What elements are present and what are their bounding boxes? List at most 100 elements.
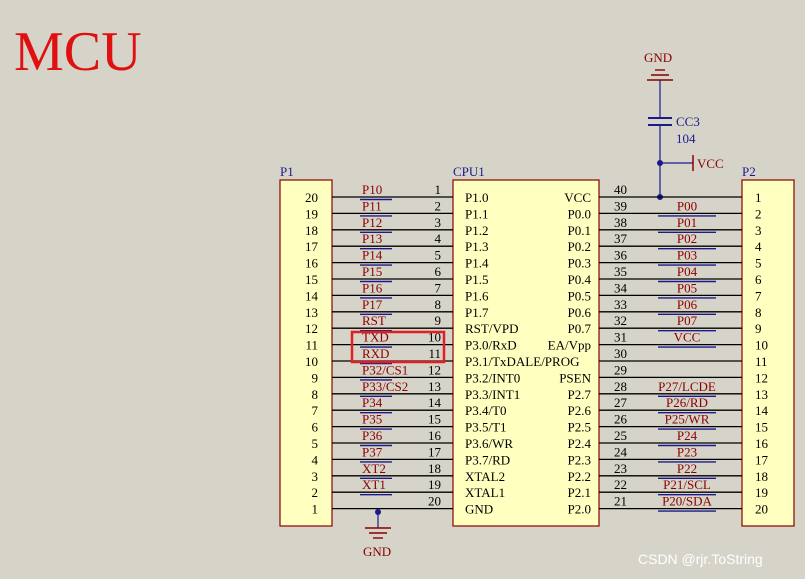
cpu-left-pin-name: P3.3/INT1	[465, 387, 520, 402]
cpu-right-pin-name: EA/Vpp	[548, 338, 591, 353]
cpu-right-pin-name: P2.0	[568, 502, 591, 517]
cpu-left-pin-number: 14	[428, 395, 442, 410]
p1-pin-number: 13	[305, 305, 318, 320]
left-net-label: P34	[362, 395, 383, 410]
cpu-left-pin-name: P1.7	[465, 305, 489, 320]
cpu-left-pin-number: 2	[435, 198, 442, 213]
cpu-right-pin-name: P2.4	[568, 436, 592, 451]
cpu-left-pin-name: P1.5	[465, 272, 488, 287]
p2-pin-number: 4	[755, 239, 762, 254]
p2-pin-number: 19	[755, 485, 768, 500]
left-net-label: P15	[362, 264, 382, 279]
cpu-left-pin-name: P3.7/RD	[465, 452, 510, 467]
capacitor-value: 104	[676, 131, 696, 146]
cpu-right-pin-name: P2.2	[568, 469, 591, 484]
cpu-left-pin-number: 9	[435, 313, 442, 328]
schematic-title: MCU	[14, 21, 142, 83]
connector-p2: P2 1234567891011121314151617181920	[741, 164, 795, 527]
p2-pin-number: 13	[755, 387, 768, 402]
p2-pin-number: 9	[755, 321, 762, 336]
cpu-right-pin-number: 23	[614, 461, 627, 476]
cpu-right-pin-name: P0.3	[568, 256, 591, 271]
p1-pin-number: 1	[312, 502, 319, 517]
left-net-label: P13	[362, 231, 382, 246]
left-net-label: XT1	[362, 477, 386, 492]
cpu-right-pin-name: P0.4	[568, 272, 592, 287]
cpu-left-pin-number: 13	[428, 379, 441, 394]
cpu-left-pin-number: 18	[428, 461, 441, 476]
left-net-label: P35	[362, 412, 382, 427]
cpu-right-pin-number: 35	[614, 264, 627, 279]
cpu-left-pin-name: P3.1/TxDALE/PROG	[465, 354, 579, 369]
p2-pin-number: 8	[755, 305, 762, 320]
p1-pin-number: 6	[312, 420, 319, 435]
cpu-left-pin-number: 11	[428, 346, 441, 361]
p2-body	[741, 179, 795, 527]
schematic-svg: MCU GND CC3 104 VCC P1 20191817161514131…	[14, 21, 795, 567]
cpu-right-pin-number: 34	[614, 280, 628, 295]
cpu-right-pin-name: P2.7	[568, 387, 592, 402]
p1-pin-number: 19	[305, 206, 318, 221]
right-net-label: P02	[677, 231, 697, 246]
cpu-right-pin-number: 22	[614, 477, 627, 492]
connector-p1: P1 2019 1817 161514 1312 11109 87 654 32 1	[279, 164, 333, 527]
cpu-left-pin-number: 1	[435, 182, 442, 197]
p2-pin-number: 16	[755, 436, 769, 451]
p1-pin-number: 7	[312, 403, 319, 418]
left-net-label: P10	[362, 182, 382, 197]
cpu-left-pin-name: P1.6	[465, 288, 489, 303]
cpu-right-pin-name: P0.1	[568, 223, 591, 238]
cpu-right-pin-number: 32	[614, 313, 627, 328]
left-net-label: XT2	[362, 461, 386, 476]
cpu-left-pin-name: P1.0	[465, 190, 488, 205]
p2-pin-number: 18	[755, 469, 768, 484]
cpu-right-pin-number: 40	[614, 182, 627, 197]
cpu-left-pin-name: XTAL1	[465, 485, 505, 500]
junction-dot-vcc	[657, 160, 663, 166]
cpu-right-pin-name: P2.6	[568, 403, 592, 418]
p2-pin-number: 5	[755, 256, 762, 271]
p2-pin-number: 2	[755, 206, 762, 221]
left-net-label: P14	[362, 248, 383, 263]
left-net-label: P33/CS2	[362, 379, 408, 394]
p1-pin-number: 4	[312, 452, 319, 467]
p2-pin-number: 17	[755, 452, 769, 467]
left-net-label: P16	[362, 280, 383, 295]
schematic-canvas: MCU GND CC3 104 VCC P1 20 19 18 17 16 15 14 13 1…	[0, 0, 805, 579]
cpu-left-pin-number: 7	[435, 280, 442, 295]
cpu-left-pin-number: 16	[428, 428, 442, 443]
cpu-chip: CPU1 P1.0 1 P1.1 2 P1.2 3 P1.3 4 P1.4 5 P1.5 6 P1.6 7…	[428, 164, 628, 527]
cpu-right-pin-number: 30	[614, 346, 627, 361]
cpu-right-pin-number: 27	[614, 395, 628, 410]
p1-pin-number: 5	[312, 436, 319, 451]
cpu-left-pin-number: 5	[435, 248, 442, 263]
p1-pin-number: 2	[312, 485, 319, 500]
p1-pin-number: 12	[305, 321, 318, 336]
right-net-label: P23	[677, 444, 697, 459]
right-net-label: P03	[677, 248, 697, 263]
cpu-right-pin-number: 24	[614, 444, 628, 459]
left-net-label: P32/CS1	[362, 362, 408, 377]
cpu-right-pin-name: P0.7	[568, 321, 592, 336]
cpu-right-pin-name: P2.3	[568, 452, 591, 467]
cpu-left-pin-number: 19	[428, 477, 441, 492]
p1-pin-number: 18	[305, 223, 318, 238]
cpu-right-pin-number: 39	[614, 198, 627, 213]
cpu-left-pin-name: P3.0/RxD	[465, 338, 517, 353]
cpu-right-pin-number: 36	[614, 248, 628, 263]
cpu-left-pin-number: 3	[435, 215, 442, 230]
right-net-label: P26/RD	[666, 395, 708, 410]
cpu-left-pin-number: 12	[428, 362, 441, 377]
left-net-label: P37	[362, 444, 383, 459]
right-net-label: P00	[677, 198, 697, 213]
p1-pin-number: 15	[305, 272, 318, 287]
right-net-label: P21/SCL	[663, 477, 711, 492]
capacitor-designator: CC3	[676, 114, 700, 129]
cpu-right-pin-name: PSEN	[559, 370, 591, 385]
p2-pin-number: 12	[755, 370, 768, 385]
p2-pin-number: 14	[755, 403, 769, 418]
cpu-right-pin-number: 21	[614, 494, 627, 509]
cpu-left-pin-name: P1.3	[465, 239, 488, 254]
cpu-left-pin-name: P1.2	[465, 223, 488, 238]
cpu-right-pin-name: P0.0	[568, 206, 591, 221]
